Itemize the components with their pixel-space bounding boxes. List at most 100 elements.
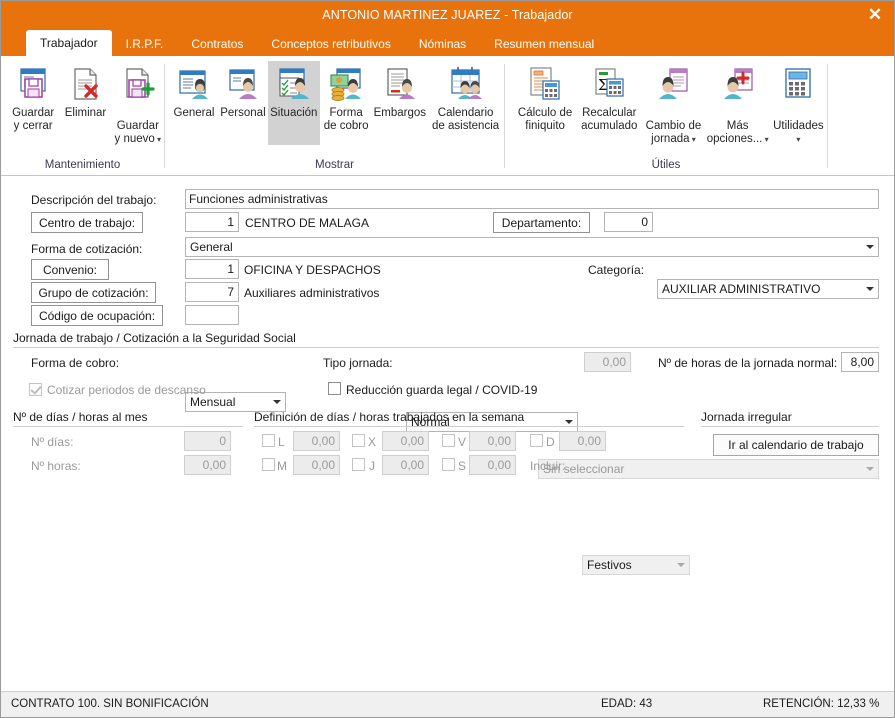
personal-button[interactable]: Personal: [218, 61, 268, 145]
dia-J-checkbox[interactable]: [352, 458, 365, 474]
chevron-down-icon[interactable]: [861, 460, 878, 478]
descripcion-trabajo-input[interactable]: Funciones administrativas: [185, 189, 879, 209]
checkbox-icon[interactable]: [262, 434, 275, 447]
guardar-y-nuevo-button[interactable]: Guardar y nuevo ▾: [112, 61, 164, 146]
horas-jornada-normal-label: Nº de horas de la jornada normal:: [658, 356, 838, 370]
dia-L-label: L: [278, 435, 285, 449]
chevron-down-icon[interactable]: [672, 556, 689, 574]
ribbon-group-utiles: Cálculo de finiquito Σ Recalcular acumul…: [505, 56, 827, 176]
checkbox-icon[interactable]: [352, 434, 365, 447]
save-close-icon: [13, 64, 53, 104]
n-horas-input[interactable]: 0,00: [184, 455, 231, 475]
general-button[interactable]: General: [170, 61, 218, 145]
tab-nominas[interactable]: Nóminas: [405, 31, 480, 56]
close-icon[interactable]: ✕: [860, 1, 890, 28]
tab-trabajador[interactable]: Trabajador: [26, 30, 112, 56]
convenio-code-input[interactable]: 1: [185, 259, 239, 279]
checkbox-icon[interactable]: [442, 458, 455, 471]
checkbox-icon[interactable]: [352, 458, 365, 471]
centro-de-trabajo-button[interactable]: Centro de trabajo:: [31, 212, 143, 233]
dia-M-input[interactable]: 0,00: [293, 455, 340, 475]
recalcular-acumulado-button[interactable]: Σ Recalcular acumulado: [577, 61, 641, 145]
n-dias-input[interactable]: 0: [184, 431, 231, 451]
situacion-button[interactable]: Situación: [267, 61, 320, 145]
calculo-de-finiquito-button[interactable]: Cálculo de finiquito: [513, 61, 577, 145]
eliminar-button[interactable]: Eliminar: [59, 61, 111, 145]
calculo-finiquito-icon: [525, 64, 565, 104]
grupo-cotizacion-code-input[interactable]: 7: [185, 282, 239, 302]
dia-V-input[interactable]: 0,00: [469, 431, 516, 451]
centro-de-trabajo-code-input[interactable]: 1: [185, 212, 239, 232]
dia-D-label: D: [546, 435, 555, 449]
dia-V-label: V: [458, 435, 467, 449]
dia-S-checkbox[interactable]: [442, 458, 455, 474]
ribbon-separator-3: [827, 64, 828, 168]
dia-J-input[interactable]: 0,00: [382, 455, 429, 475]
centro-de-trabajo-name: CENTRO DE MALAGA: [245, 216, 370, 230]
categoria-select[interactable]: AUXILIAR ADMINISTRATIVO: [657, 279, 879, 299]
checkbox-icon[interactable]: [262, 458, 275, 471]
chevron-down-icon[interactable]: [268, 393, 285, 411]
forma-cotizacion-label: Forma de cotización:: [31, 242, 143, 256]
chevron-down-icon[interactable]: [861, 280, 878, 298]
embargos-button[interactable]: Embargos: [373, 61, 428, 145]
personal-icon: [223, 64, 263, 104]
checkbox-icon[interactable]: [328, 382, 341, 395]
forma-de-cobro-label: Forma de cobro: [323, 107, 369, 132]
tab-irpf[interactable]: I.R.P.F.: [112, 31, 178, 56]
tab-strip: Trabajador I.R.P.F. Contratos Conceptos …: [1, 28, 894, 56]
ir-al-calendario-de-trabajo-button[interactable]: Ir al calendario de trabajo: [713, 434, 879, 456]
dia-X-checkbox[interactable]: [352, 434, 365, 450]
tab-conceptos-retributivos[interactable]: Conceptos retributivos: [257, 31, 404, 56]
cambio-de-jornada-button[interactable]: Cambio de jornada ▾: [641, 61, 705, 146]
tipo-jornada-value-input[interactable]: 0,00: [584, 352, 631, 372]
checkbox-icon[interactable]: [530, 434, 543, 447]
departamento-button[interactable]: Departamento:: [493, 212, 590, 233]
codigo-ocupacion-button[interactable]: Código de ocupación:: [31, 305, 163, 326]
codigo-ocupacion-input[interactable]: [185, 305, 239, 325]
forma-cobro-label: Forma de cobro:: [31, 356, 120, 370]
dia-D-checkbox[interactable]: [530, 434, 543, 450]
chevron-down-icon[interactable]: [861, 238, 878, 256]
tipo-jornada-label: Tipo jornada:: [323, 356, 393, 370]
dia-V-checkbox[interactable]: [442, 434, 455, 450]
chevron-down-icon[interactable]: [560, 413, 577, 431]
horas-jornada-normal-input[interactable]: 8,00: [841, 352, 879, 372]
form-body: Descripción del trabajo: Funciones admin…: [1, 176, 894, 691]
convenio-button[interactable]: Convenio:: [31, 259, 109, 280]
checkbox-icon[interactable]: [442, 434, 455, 447]
n-horas-label: Nº horas:: [31, 459, 81, 473]
checkbox-icon[interactable]: [29, 383, 42, 396]
dia-L-input[interactable]: 0,00: [293, 431, 340, 451]
forma-cotizacion-select[interactable]: General: [185, 237, 879, 257]
dia-D-input[interactable]: 0,00: [559, 431, 606, 451]
dia-L-checkbox[interactable]: [262, 434, 275, 450]
chevron-down-icon[interactable]: ▾: [690, 135, 696, 144]
status-edad: EDAD: 43: [601, 698, 653, 710]
dia-X-input[interactable]: 0,00: [382, 431, 429, 451]
grupo-cotizacion-button[interactable]: Grupo de cotización:: [31, 282, 156, 303]
guardar-y-nuevo-label: Guardar y nuevo: [114, 120, 159, 145]
incluir-select[interactable]: Festivos: [582, 555, 690, 575]
tab-resumen-mensual[interactable]: Resumen mensual: [480, 31, 608, 56]
calendario-de-asistencia-button[interactable]: Calendario de asistencia: [427, 61, 504, 145]
utilidades-button[interactable]: Utilidades ▾: [770, 61, 827, 146]
calendario-asistencia-icon: [446, 64, 486, 104]
chevron-down-icon[interactable]: ▾: [155, 135, 161, 144]
reduccion-guarda-legal-select[interactable]: Sin seleccionar: [538, 459, 879, 479]
cotizar-descanso-checkbox[interactable]: [29, 383, 42, 399]
embargos-icon: [380, 64, 420, 104]
forma-de-cobro-button[interactable]: Forma de cobro: [320, 61, 373, 145]
guardar-y-cerrar-button[interactable]: Guardar y cerrar: [7, 61, 59, 145]
departamento-input[interactable]: 0: [604, 212, 653, 232]
mas-opciones-button[interactable]: Más opciones... ▾: [706, 61, 770, 146]
reduccion-guarda-legal-checkbox[interactable]: [328, 382, 341, 398]
title-bar: ANTONIO MARTINEZ JUAREZ - Trabajador ✕: [1, 1, 894, 28]
dia-S-input[interactable]: 0,00: [469, 455, 516, 475]
ribbon-toolbar: Guardar y cerrar Eliminar Guardar y nuev…: [1, 56, 894, 176]
chevron-down-icon[interactable]: ▾: [762, 135, 769, 144]
dia-M-checkbox[interactable]: [262, 458, 275, 474]
tab-contratos[interactable]: Contratos: [177, 31, 257, 56]
general-icon: [174, 64, 214, 104]
chevron-down-icon[interactable]: ▾: [796, 135, 800, 144]
